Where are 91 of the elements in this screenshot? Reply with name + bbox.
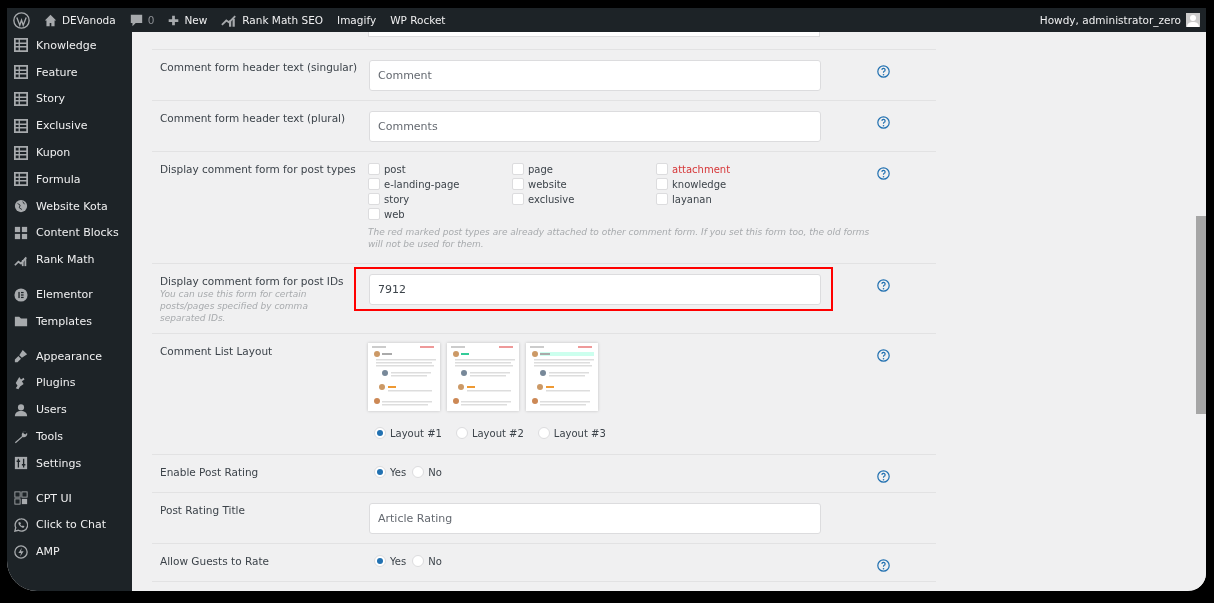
settings-icon	[14, 456, 28, 471]
post-type-checkbox[interactable]: website	[512, 178, 656, 190]
help-icon[interactable]	[876, 116, 890, 129]
sidebar-item[interactable]: Users	[7, 396, 132, 424]
blocks-icon	[14, 491, 28, 506]
textarea-field[interactable]	[368, 32, 820, 37]
table-icon	[14, 92, 28, 106]
post-type-checkbox[interactable]: e-landing-page	[368, 178, 512, 190]
speech-bubble-icon	[129, 13, 143, 27]
sidebar-item[interactable]: Kupon	[7, 139, 132, 166]
help-icon[interactable]	[876, 470, 890, 484]
setting-label: Comment List Layout	[160, 345, 274, 358]
help-icon[interactable]	[876, 279, 890, 293]
setting-hint: You can use this form for certain posts/pages specified by comma separated IDs.	[160, 289, 309, 325]
help-icon[interactable]	[876, 167, 890, 180]
layout-radio[interactable]: Layout #3	[537, 427, 606, 440]
chat-icon	[14, 517, 28, 532]
setting-label: Enable Post Rating	[160, 466, 260, 479]
table-icon	[14, 65, 28, 80]
sidebar-item[interactable]: Feature	[7, 58, 132, 86]
post-type-checkbox[interactable]: knowledge	[656, 178, 800, 190]
sidebar-item[interactable]: Knowledge	[7, 32, 132, 59]
sidebar-item[interactable]: Website Kota	[7, 192, 132, 220]
text-field[interactable]: Comment	[369, 60, 821, 91]
table-icon	[14, 38, 28, 53]
globe-icon	[14, 199, 28, 214]
post-type-checkbox[interactable]: story	[368, 193, 512, 205]
admin-bar-link[interactable]: 0	[129, 13, 155, 27]
layout-thumbnail[interactable]	[368, 343, 440, 412]
setting-label: Allow Guests to Rate	[160, 555, 270, 568]
home-icon	[44, 13, 57, 27]
setting-label: Display comment form for post IDs	[160, 275, 345, 288]
help-icon[interactable]	[876, 65, 890, 78]
setting-label: Comment form header text (plural)	[160, 112, 347, 124]
option-radio[interactable]: No	[412, 555, 442, 568]
blocks-icon	[14, 225, 28, 240]
sidebar-item[interactable]: CPT UI	[7, 484, 132, 512]
sidebar-item[interactable]: AMP	[7, 538, 132, 566]
post-type-checkbox[interactable]: web	[368, 208, 512, 220]
text-field[interactable]: Article Rating	[369, 503, 821, 535]
sidebar-item[interactable]: Settings	[7, 449, 132, 477]
table-icon	[14, 145, 28, 160]
elementor-icon	[14, 287, 28, 302]
sidebar-item[interactable]: Click to Chat	[7, 511, 132, 539]
sidebar-item[interactable]: Plugins	[7, 369, 132, 397]
sidebar-item[interactable]: Appearance	[7, 342, 132, 370]
sidebar-item[interactable]: Tools	[7, 423, 132, 450]
plus-icon	[168, 14, 180, 26]
sidebar-item[interactable]: Content Blocks	[7, 219, 132, 247]
sidebar-item[interactable]: Rank Math	[7, 246, 132, 274]
admin-bar-link[interactable]: Rank Math SEO	[221, 13, 324, 27]
post-type-checkbox[interactable]: layanan	[656, 193, 800, 205]
post-type-checkbox[interactable]: exclusive	[512, 193, 656, 205]
help-icon[interactable]	[876, 349, 890, 363]
table-icon	[14, 172, 28, 187]
layout-radio[interactable]: Layout #2	[455, 427, 524, 440]
sidebar-item[interactable]: Story	[7, 85, 132, 113]
post-type-checkbox[interactable]: page	[512, 163, 656, 175]
admin-bar-link[interactable]: New	[168, 14, 208, 26]
admin-bar-link[interactable]: Imagify	[337, 14, 377, 26]
text-field[interactable]: 7912	[369, 274, 821, 306]
chart-icon	[221, 13, 238, 27]
layout-thumbnail[interactable]	[526, 343, 598, 412]
text-field[interactable]: Comments	[369, 111, 821, 142]
setting-label: Comment form header text (singular)	[160, 61, 359, 73]
user-icon	[14, 402, 28, 417]
table-icon	[14, 118, 28, 133]
admin-bar-link[interactable]: DEVanoda	[44, 13, 116, 27]
post-type-checkbox[interactable]: post	[368, 163, 512, 175]
option-radio[interactable]: No	[412, 466, 442, 479]
option-radio[interactable]: Yes	[374, 466, 407, 479]
plug-icon	[14, 375, 28, 390]
layout-thumbnail[interactable]	[447, 343, 519, 412]
setting-label: Display comment form for post types	[160, 163, 357, 175]
option-radio[interactable]: Yes	[374, 555, 407, 568]
wordpress-logo-icon[interactable]	[13, 11, 30, 29]
layout-radio[interactable]: Layout #1	[374, 427, 442, 440]
account-menu[interactable]: Howdy, administrator_zero	[1039, 13, 1200, 27]
sidebar-item[interactable]: Templates	[7, 307, 132, 335]
admin-bar-link[interactable]: WP Rocket	[390, 14, 446, 26]
folder-icon	[14, 314, 28, 329]
sidebar-item[interactable]: Elementor	[7, 281, 132, 308]
avatar-icon	[1186, 13, 1200, 27]
post-type-checkbox[interactable]: attachment	[656, 163, 800, 175]
sidebar-item[interactable]: Exclusive	[7, 112, 132, 140]
brush-icon	[14, 349, 28, 364]
sidebar-item[interactable]: Formula	[7, 166, 132, 193]
note-text: The red marked post types are already attached to other comment form. If you set this form too, the old forms will not be used for them.	[368, 226, 871, 251]
setting-label: Post Rating Title	[160, 504, 246, 517]
help-icon[interactable]	[876, 559, 890, 573]
bolt-icon	[14, 544, 28, 559]
